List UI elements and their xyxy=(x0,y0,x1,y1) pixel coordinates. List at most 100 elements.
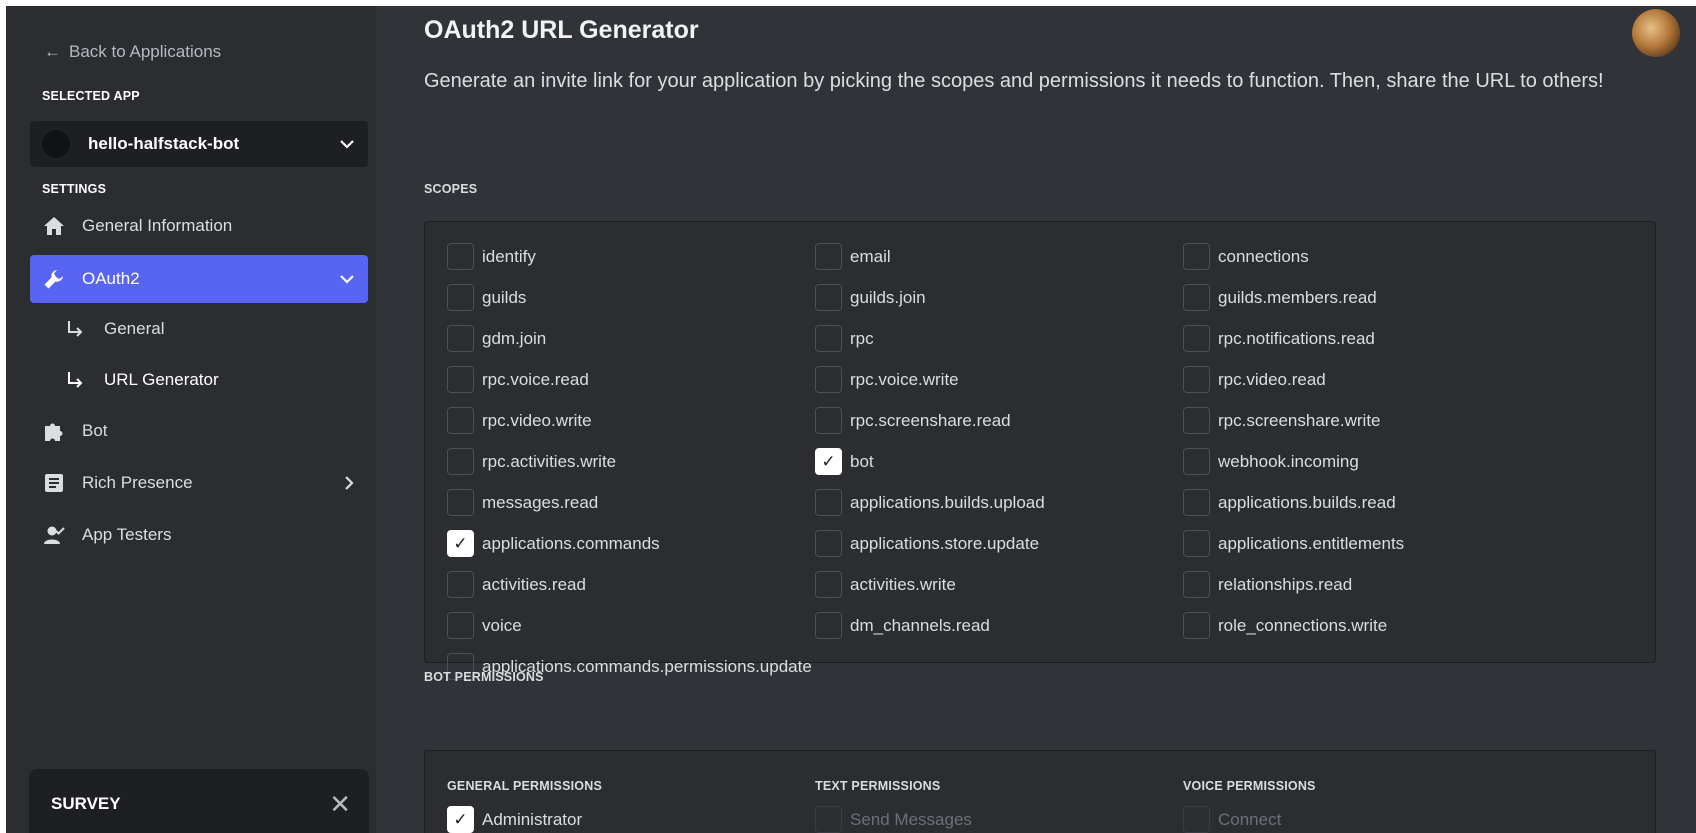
sidebar-item-app-testers[interactable]: App Testers xyxy=(30,511,368,559)
sidebar-item-bot[interactable]: Bot xyxy=(30,407,368,455)
scope-option[interactable]: rpc.video.read xyxy=(1183,359,1551,400)
scope-option[interactable]: applications.builds.read xyxy=(1183,482,1551,523)
scope-option[interactable]: ✓ applications.commands xyxy=(447,523,815,564)
scope-option[interactable]: rpc.video.write xyxy=(447,400,815,441)
scope-option[interactable]: rpc.activities.write xyxy=(447,441,815,482)
checkbox[interactable] xyxy=(447,407,474,434)
app-selector[interactable]: hello-halfstack-bot xyxy=(30,121,368,167)
avatar[interactable] xyxy=(1632,9,1680,57)
sidebar: ← Back to Applications SELECTED APP hell… xyxy=(6,6,376,833)
checkbox[interactable] xyxy=(815,407,842,434)
option-label: applications.builds.upload xyxy=(850,492,1045,512)
scope-option[interactable]: rpc.screenshare.read xyxy=(815,400,1183,441)
checkbox[interactable] xyxy=(815,366,842,393)
sidebar-item-oauth2[interactable]: OAuth2 xyxy=(30,255,368,303)
checkbox[interactable] xyxy=(815,571,842,598)
checkbox[interactable]: ✓ xyxy=(815,448,842,475)
scope-option[interactable]: connections xyxy=(1183,236,1551,277)
option-label: email xyxy=(850,246,891,266)
scope-option[interactable]: applications.builds.upload xyxy=(815,482,1183,523)
scope-option[interactable]: dm_channels.read xyxy=(815,605,1183,646)
option-label: Administrator xyxy=(482,809,583,829)
permission-option: Connect xyxy=(1183,799,1551,833)
option-label: rpc.voice.write xyxy=(850,369,959,389)
checkbox[interactable] xyxy=(1183,612,1210,639)
back-to-applications-link[interactable]: ← Back to Applications xyxy=(44,42,221,62)
sidebar-item-general-information[interactable]: General Information xyxy=(30,202,368,250)
close-icon[interactable]: ✕ xyxy=(329,791,351,817)
checkbox[interactable] xyxy=(1183,325,1210,352)
settings-label: SETTINGS xyxy=(42,182,107,196)
scope-option[interactable]: applications.store.update xyxy=(815,523,1183,564)
checkbox[interactable] xyxy=(447,284,474,311)
checkbox[interactable]: ✓ xyxy=(447,530,474,557)
scope-option[interactable]: relationships.read xyxy=(1183,564,1551,605)
option-label: guilds.join xyxy=(850,287,926,307)
checkbox[interactable] xyxy=(815,530,842,557)
option-label: rpc.activities.write xyxy=(482,451,617,471)
permission-option[interactable]: ✓ Administrator xyxy=(447,799,815,833)
option-label: rpc.video.write xyxy=(482,410,592,430)
checkbox[interactable] xyxy=(447,448,474,475)
checkbox[interactable] xyxy=(1183,243,1210,270)
back-label: Back to Applications xyxy=(69,42,222,61)
checkbox[interactable] xyxy=(1183,489,1210,516)
scope-option[interactable]: identify xyxy=(447,236,815,277)
checkbox xyxy=(815,806,842,833)
checkbox[interactable] xyxy=(1183,366,1210,393)
option-label: applications.builds.read xyxy=(1218,492,1396,512)
scope-option[interactable]: ✓ bot xyxy=(815,441,1183,482)
option-label: role_connections.write xyxy=(1218,615,1388,635)
general-permissions-column: GENERAL PERMISSIONS ✓ Administrator xyxy=(447,779,815,833)
checkbox[interactable] xyxy=(815,325,842,352)
checkbox[interactable] xyxy=(447,325,474,352)
checkbox[interactable] xyxy=(447,366,474,393)
option-label: connections xyxy=(1218,246,1309,266)
scope-option[interactable]: gdm.join xyxy=(447,318,815,359)
checkbox[interactable] xyxy=(1183,448,1210,475)
scope-option[interactable]: guilds.join xyxy=(815,277,1183,318)
checkbox[interactable]: ✓ xyxy=(447,806,474,833)
scope-option[interactable]: role_connections.write xyxy=(1183,605,1551,646)
wrench-icon xyxy=(40,265,68,293)
checkbox[interactable] xyxy=(1183,284,1210,311)
option-label: relationships.read xyxy=(1218,574,1353,594)
option-label: guilds xyxy=(482,287,527,307)
checkbox[interactable] xyxy=(815,489,842,516)
checkbox[interactable] xyxy=(447,612,474,639)
checkbox[interactable] xyxy=(447,243,474,270)
scope-option[interactable]: messages.read xyxy=(447,482,815,523)
scope-option[interactable]: guilds.members.read xyxy=(1183,277,1551,318)
scope-option[interactable]: applications.entitlements xyxy=(1183,523,1551,564)
scope-option[interactable]: activities.write xyxy=(815,564,1183,605)
option-label: identify xyxy=(482,246,536,266)
checkbox[interactable] xyxy=(1183,407,1210,434)
option-label: rpc.screenshare.read xyxy=(850,410,1011,430)
option-label: bot xyxy=(850,451,874,471)
sidebar-item-label: OAuth2 xyxy=(82,269,140,288)
checkbox[interactable] xyxy=(447,571,474,598)
checkbox[interactable] xyxy=(815,243,842,270)
scope-option[interactable]: rpc.voice.read xyxy=(447,359,815,400)
checkbox[interactable] xyxy=(815,284,842,311)
scope-option[interactable]: activities.read xyxy=(447,564,815,605)
sidebar-item-rich-presence[interactable]: Rich Presence xyxy=(30,459,368,507)
subdirectory-arrow-icon xyxy=(68,321,83,337)
checkbox[interactable] xyxy=(447,489,474,516)
checkbox[interactable] xyxy=(815,612,842,639)
scope-option[interactable]: rpc xyxy=(815,318,1183,359)
sidebar-subitem-general[interactable]: General xyxy=(66,309,164,349)
scope-option[interactable]: rpc.voice.write xyxy=(815,359,1183,400)
checkbox[interactable] xyxy=(1183,530,1210,557)
voice-permissions-heading: VOICE PERMISSIONS xyxy=(1183,779,1316,793)
scope-option[interactable]: email xyxy=(815,236,1183,277)
scope-option[interactable]: rpc.screenshare.write xyxy=(1183,400,1551,441)
checkbox[interactable] xyxy=(1183,571,1210,598)
app-window: ← Back to Applications SELECTED APP hell… xyxy=(6,6,1696,833)
sidebar-subitem-url-generator[interactable]: URL Generator xyxy=(66,360,219,400)
scope-option[interactable]: webhook.incoming xyxy=(1183,441,1551,482)
option-label: messages.read xyxy=(482,492,599,512)
scope-option[interactable]: rpc.notifications.read xyxy=(1183,318,1551,359)
scope-option[interactable]: guilds xyxy=(447,277,815,318)
scope-option[interactable]: voice xyxy=(447,605,815,646)
